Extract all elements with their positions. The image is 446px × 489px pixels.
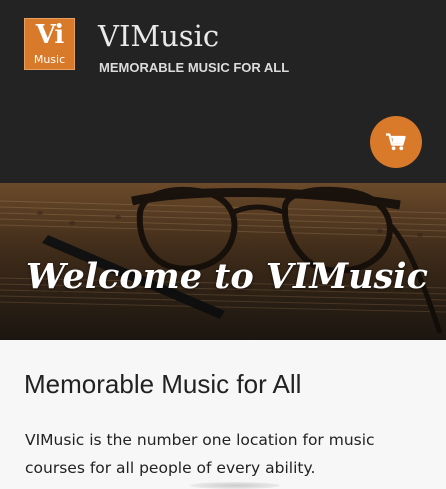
hero-title: Welcome to VIMusic [26,256,428,297]
site-tagline: MEMORABLE MUSIC FOR ALL [99,60,290,75]
hero-banner: Welcome to VIMusic [0,183,446,340]
main-content: Memorable Music for All VIMusic is the n… [0,340,446,489]
section-heading: Memorable Music for All [24,369,302,399]
site-logo[interactable]: Vi Music [24,18,75,70]
cart-button[interactable] [370,116,422,168]
site-title[interactable]: VIMusic [98,18,219,54]
logo-vi-text: Vi [35,20,65,50]
section-body-text: VIMusic is the number one location for m… [25,431,375,477]
shopping-cart-icon [386,133,406,151]
logo-music-text: Music [33,53,66,66]
scroll-shadow [190,482,280,489]
site-header: Vi Music VIMusic MEMORABLE MUSIC FOR ALL [0,0,446,183]
